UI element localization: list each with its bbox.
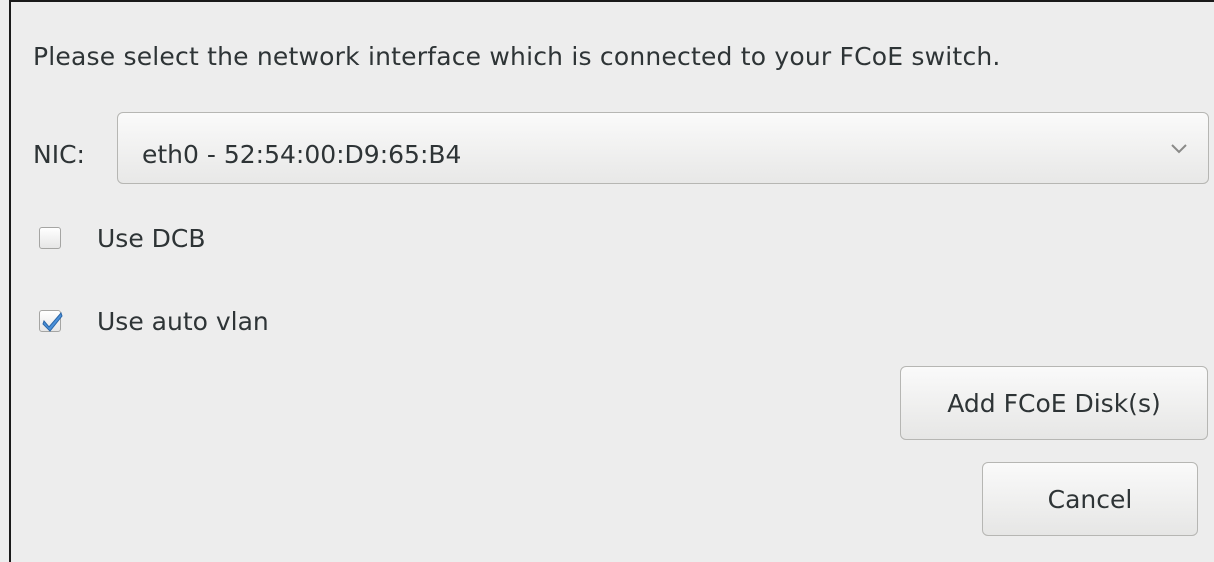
cancel-button[interactable]: Cancel: [982, 462, 1198, 536]
checkmark-icon: [42, 312, 63, 332]
use-auto-vlan-checkbox[interactable]: [39, 310, 63, 332]
nic-label: NIC:: [33, 140, 85, 169]
use-dcb-checkbox[interactable]: [39, 227, 61, 249]
fcoe-dialog: Please select the network interface whic…: [9, 0, 1214, 562]
dialog-prompt: Please select the network interface whic…: [33, 42, 1001, 71]
use-dcb-label: Use DCB: [97, 224, 206, 253]
add-fcoe-disks-button[interactable]: Add FCoE Disk(s): [900, 366, 1208, 440]
nic-select-value: eth0 - 52:54:00:D9:65:B4: [142, 140, 462, 169]
nic-select[interactable]: eth0 - 52:54:00:D9:65:B4: [117, 112, 1209, 184]
chevron-down-icon: [1171, 144, 1187, 154]
use-auto-vlan-label: Use auto vlan: [97, 307, 269, 336]
